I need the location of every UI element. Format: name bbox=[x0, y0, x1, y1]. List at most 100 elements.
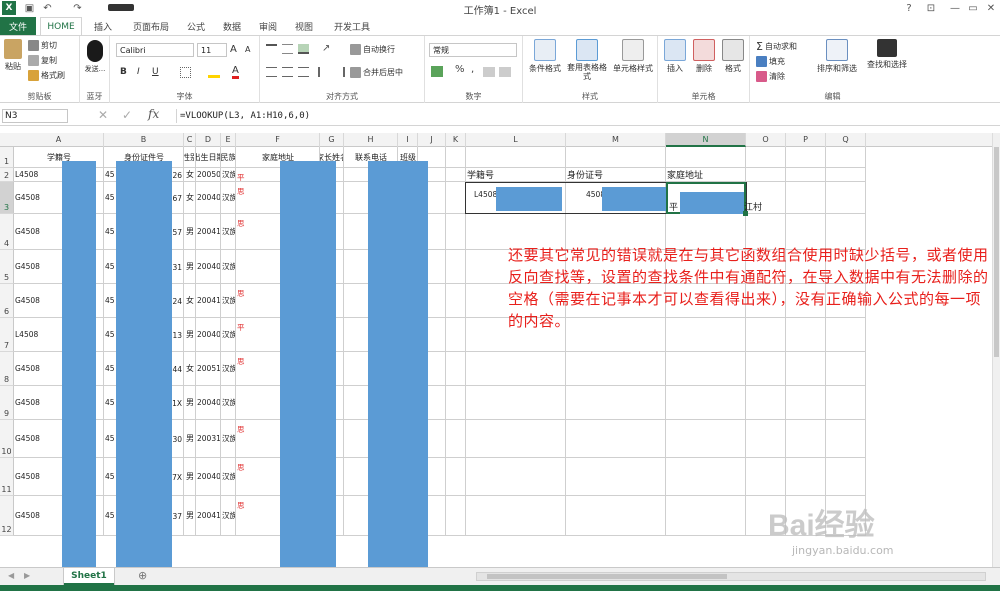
column-header-k[interactable]: K bbox=[446, 133, 466, 147]
horizontal-scrollbar[interactable] bbox=[476, 572, 986, 581]
column-header-a[interactable]: A bbox=[14, 133, 104, 147]
font-size-combo[interactable]: 11 bbox=[197, 43, 227, 57]
cell[interactable] bbox=[466, 496, 566, 536]
row-header-1[interactable]: 1 bbox=[0, 147, 14, 168]
cell[interactable] bbox=[666, 420, 746, 458]
cell[interactable] bbox=[446, 250, 466, 284]
find-select-button[interactable]: 查找和选择 bbox=[864, 39, 910, 70]
number-format-combo[interactable]: 常规 bbox=[429, 43, 517, 57]
cell[interactable] bbox=[466, 352, 566, 386]
save-icon[interactable]: ▣ bbox=[22, 1, 37, 15]
cell-ethnicity[interactable]: 汉族 bbox=[221, 168, 236, 182]
cancel-icon[interactable]: ✕ bbox=[98, 108, 108, 122]
cell[interactable] bbox=[446, 182, 466, 214]
cell-gender[interactable]: 女 bbox=[184, 182, 196, 214]
cell[interactable] bbox=[446, 352, 466, 386]
row-header-2[interactable]: 2 bbox=[0, 168, 14, 182]
cell-ethnicity[interactable]: 汉族 bbox=[221, 352, 236, 386]
decrease-decimal-icon[interactable] bbox=[499, 67, 511, 77]
tab-formulas[interactable]: 公式 bbox=[182, 17, 210, 35]
bold-button[interactable]: B bbox=[120, 67, 127, 77]
font-name-combo[interactable]: Calibri bbox=[116, 43, 194, 57]
cell[interactable] bbox=[826, 458, 866, 496]
shrink-font-button[interactable]: A bbox=[245, 45, 250, 54]
cell[interactable] bbox=[826, 386, 866, 420]
cell[interactable] bbox=[666, 496, 746, 536]
cell-ethnicity[interactable]: 汉族 bbox=[221, 458, 236, 496]
name-box[interactable]: N3 bbox=[2, 109, 68, 123]
sheet-nav-prev-icon[interactable]: ◀ bbox=[8, 571, 14, 580]
cell-gender[interactable]: 男 bbox=[184, 250, 196, 284]
cell[interactable] bbox=[446, 420, 466, 458]
merge-center-button[interactable]: 合并后居中 bbox=[350, 67, 403, 78]
cell[interactable] bbox=[566, 458, 666, 496]
cell[interactable] bbox=[446, 284, 466, 318]
formula-input[interactable]: =VLOOKUP(L3, A1:H10,6,0) bbox=[176, 109, 986, 123]
cell[interactable] bbox=[446, 214, 466, 250]
cell[interactable] bbox=[566, 147, 666, 168]
scroll-thumb[interactable] bbox=[994, 147, 999, 357]
column-header-c[interactable]: C bbox=[184, 133, 196, 147]
tab-insert[interactable]: 插入 bbox=[88, 17, 118, 35]
cell-birthdate[interactable]: 20040122 bbox=[196, 386, 221, 420]
cell[interactable] bbox=[466, 386, 566, 420]
column-header-i[interactable]: I bbox=[398, 133, 418, 147]
cell-gender[interactable]: 男 bbox=[184, 386, 196, 420]
cell[interactable] bbox=[786, 168, 826, 182]
tab-data[interactable]: 数据 bbox=[218, 17, 246, 35]
comma-style-icon[interactable]: , bbox=[471, 64, 474, 75]
lookup-header-id[interactable]: 身份证号 bbox=[566, 168, 666, 182]
cell-gender[interactable]: 女 bbox=[184, 284, 196, 318]
maximize-icon[interactable]: ▭ bbox=[964, 1, 982, 15]
header-cell[interactable]: 性别 bbox=[184, 147, 196, 168]
align-right-icon[interactable] bbox=[298, 67, 309, 77]
sheet-tab-sheet1[interactable]: Sheet1 bbox=[64, 568, 114, 585]
column-header-b[interactable]: B bbox=[104, 133, 184, 147]
cell[interactable] bbox=[666, 352, 746, 386]
clear-button[interactable]: 清除 bbox=[756, 71, 785, 82]
cell[interactable] bbox=[746, 147, 786, 168]
lookup-header-address[interactable]: 家庭地址 bbox=[666, 168, 746, 182]
cut-button[interactable]: 剪切 bbox=[28, 40, 57, 51]
insert-cells-button[interactable]: 插入 bbox=[662, 39, 688, 74]
cell-birthdate[interactable]: 20041028 bbox=[196, 214, 221, 250]
fill-button[interactable]: 填充 bbox=[756, 56, 785, 67]
cell[interactable] bbox=[746, 168, 786, 182]
cell-styles-button[interactable]: 单元格样式 bbox=[611, 39, 655, 74]
cell-ethnicity[interactable]: 汉族 bbox=[221, 496, 236, 536]
tab-page-layout[interactable]: 页面布局 bbox=[126, 17, 176, 35]
cell-gender[interactable]: 男 bbox=[184, 458, 196, 496]
cell[interactable] bbox=[566, 386, 666, 420]
increase-decimal-icon[interactable] bbox=[483, 67, 495, 77]
fill-color-icon[interactable] bbox=[208, 66, 220, 78]
cell-birthdate[interactable]: 20040330 bbox=[196, 318, 221, 352]
header-cell[interactable]: 民族 bbox=[221, 147, 236, 168]
cell-birthdate[interactable]: 20041128 bbox=[196, 284, 221, 318]
column-header-f[interactable]: F bbox=[236, 133, 320, 147]
vertical-scrollbar[interactable] bbox=[992, 133, 1000, 567]
cell[interactable] bbox=[786, 352, 826, 386]
delete-cells-button[interactable]: 删除 bbox=[691, 39, 717, 74]
cell[interactable] bbox=[466, 420, 566, 458]
cell[interactable] bbox=[446, 168, 466, 182]
cell[interactable] bbox=[446, 458, 466, 496]
row-header-4[interactable]: 4 bbox=[0, 214, 14, 250]
cell[interactable] bbox=[826, 352, 866, 386]
grow-font-button[interactable]: A bbox=[230, 44, 237, 55]
minimize-icon[interactable]: — bbox=[946, 1, 964, 15]
cell[interactable] bbox=[786, 458, 826, 496]
accounting-format-icon[interactable] bbox=[431, 66, 443, 77]
row-header-8[interactable]: 8 bbox=[0, 352, 14, 386]
tab-home[interactable]: HOME bbox=[40, 17, 82, 36]
cell[interactable] bbox=[826, 147, 866, 168]
cell-gender[interactable]: 男 bbox=[184, 214, 196, 250]
column-header-q[interactable]: Q bbox=[826, 133, 866, 147]
help-icon[interactable]: ? bbox=[900, 1, 918, 15]
orientation-icon[interactable]: ↗ bbox=[322, 43, 334, 55]
cell-gender[interactable]: 女 bbox=[184, 352, 196, 386]
cell-ethnicity[interactable]: 汉族 bbox=[221, 284, 236, 318]
cell[interactable] bbox=[746, 386, 786, 420]
cell[interactable] bbox=[446, 147, 466, 168]
tab-developer[interactable]: 开发工具 bbox=[328, 17, 376, 35]
align-left-icon[interactable] bbox=[266, 67, 277, 77]
